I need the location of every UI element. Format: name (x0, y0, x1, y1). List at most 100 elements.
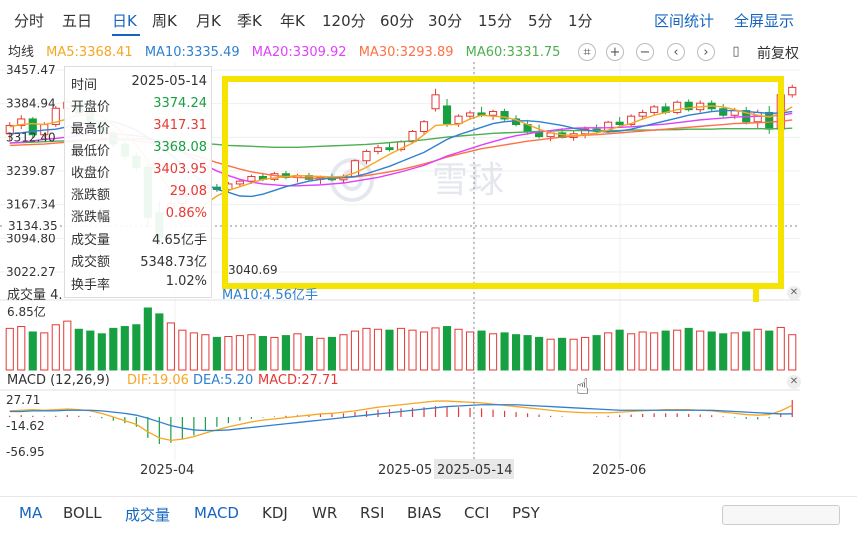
volume-bar (719, 333, 728, 371)
volume-bar (51, 324, 60, 371)
volume-bar (465, 331, 475, 371)
volume-bar (431, 327, 440, 371)
info-high-value: 3417.31 (153, 118, 207, 133)
volume-bar (63, 320, 72, 371)
volume-bar (258, 336, 267, 371)
info-close-key: 收盘价 (71, 166, 111, 181)
volume-bar (673, 329, 682, 371)
volume-bar (40, 332, 49, 371)
volume-bar (120, 326, 129, 371)
info-time-key: 时间 (71, 78, 98, 93)
candle-body (465, 112, 475, 117)
price-tick-label: 3022.27 (6, 265, 56, 279)
indicator-tab-rsi[interactable]: RSI (360, 504, 384, 522)
date-axis-labels: 2025-04 2025-05 2025-06 (140, 463, 646, 478)
macd-tick-label: 27.71 (6, 393, 40, 407)
watermark-text: 雪球 (432, 160, 504, 201)
indicator-tab-bias[interactable]: BIAS (407, 504, 442, 522)
info-amount-key: 成交额 (71, 255, 111, 270)
volume-bar (558, 337, 567, 371)
volume-bar (592, 335, 601, 371)
info-low-value: 3368.08 (153, 140, 207, 155)
close-macd-panel-icon[interactable]: ✕ (787, 375, 801, 389)
candle-body (753, 111, 762, 123)
indicator-tab-macd[interactable]: MACD (194, 504, 239, 522)
volume-bar (28, 331, 37, 371)
info-amount-value: 5348.73亿 (140, 255, 207, 270)
volume-bar (189, 332, 198, 371)
indicator-tab-cci[interactable]: CCI (464, 504, 489, 522)
info-pct-key: 涨跌幅 (71, 210, 111, 225)
volume-series (5, 307, 797, 371)
indicator-tab-ma[interactable]: MA (19, 504, 42, 522)
cursor-date-label: 2025-05-14 (437, 463, 513, 478)
dif-line (9, 400, 793, 442)
macd-axis-labels: 27.71 -14.62 -56.95 (6, 393, 45, 459)
volume-bar (327, 336, 337, 371)
volume-bar (442, 326, 452, 371)
volume-bar (477, 330, 486, 371)
indicator-tab-volume[interactable]: 成交量 (125, 504, 170, 525)
candle-body (650, 106, 659, 113)
candle-body (788, 86, 797, 96)
volume-bar (166, 322, 175, 371)
info-high-key: 最高价 (71, 122, 111, 137)
candle-body (638, 111, 647, 117)
candle-body (454, 115, 463, 125)
indicator-tab-kdj[interactable]: KDJ (262, 504, 288, 522)
volume-bar (707, 331, 716, 371)
volume-bar (765, 330, 774, 371)
macd-dif-label: DIF:19.06 (127, 373, 189, 388)
volume-panel-label: 成交量 4. (7, 288, 63, 303)
macd-tick-label: -56.95 (6, 445, 45, 459)
volume-bar (581, 336, 590, 371)
candle-body (615, 121, 624, 126)
info-volume-value: 4.65亿手 (152, 233, 207, 248)
info-open-key: 开盘价 (71, 100, 111, 115)
volume-bar (788, 334, 797, 371)
volume-bar (500, 332, 509, 371)
price-tick-label: 3312.40 (6, 130, 56, 144)
volume-bar (454, 328, 463, 371)
candle-body (488, 111, 498, 116)
volume-ma-label: MA10:4.56亿手 (222, 288, 318, 303)
macd-panel-label: MACD (12,26,9) (7, 373, 110, 388)
macd-value-label: MACD:27.71 (258, 373, 339, 388)
watermark-badge (722, 505, 840, 525)
volume-bar (730, 332, 739, 371)
candle-body (235, 180, 244, 185)
price-tick-label: 3384.94 (6, 97, 56, 111)
candle-body (362, 150, 371, 162)
volume-bar (408, 329, 417, 371)
volume-bar (132, 324, 141, 371)
indicator-tab-psy[interactable]: PSY (512, 504, 540, 522)
candle-body (442, 105, 452, 125)
candle-body (385, 147, 394, 151)
volume-bar (650, 332, 659, 371)
candle-body (247, 176, 256, 182)
volume-bar (304, 336, 314, 371)
volume-bar (235, 335, 244, 371)
indicator-tab-wr[interactable]: WR (312, 504, 337, 522)
volume-bar (293, 333, 302, 371)
volume-bar (339, 334, 348, 371)
volume-bar (776, 326, 785, 371)
volume-bar (604, 332, 613, 371)
info-time-value: 2025-05-14 (131, 74, 207, 89)
volume-bar (546, 338, 555, 371)
close-volume-panel-icon[interactable]: ✕ (787, 286, 801, 300)
volume-bar (512, 334, 521, 371)
candle-body (431, 94, 440, 110)
volume-bar (281, 335, 290, 371)
volume-bar (753, 328, 762, 371)
info-low-key: 最低价 (71, 144, 111, 159)
ohlc-info-panel: 时间 2025-05-14 开盘价 3374.24 最高价 3417.31 最低价 33… (64, 66, 212, 298)
low-marker-label: 3040.69 (228, 263, 278, 277)
indicator-tab-boll[interactable]: BOLL (63, 504, 102, 522)
volume-max-label: 6.85亿 (7, 305, 46, 319)
volume-bar (316, 337, 325, 371)
volume-bar (109, 327, 118, 371)
volume-bar (201, 334, 210, 371)
info-open-value: 3374.24 (153, 96, 207, 111)
volume-bar (523, 335, 532, 371)
